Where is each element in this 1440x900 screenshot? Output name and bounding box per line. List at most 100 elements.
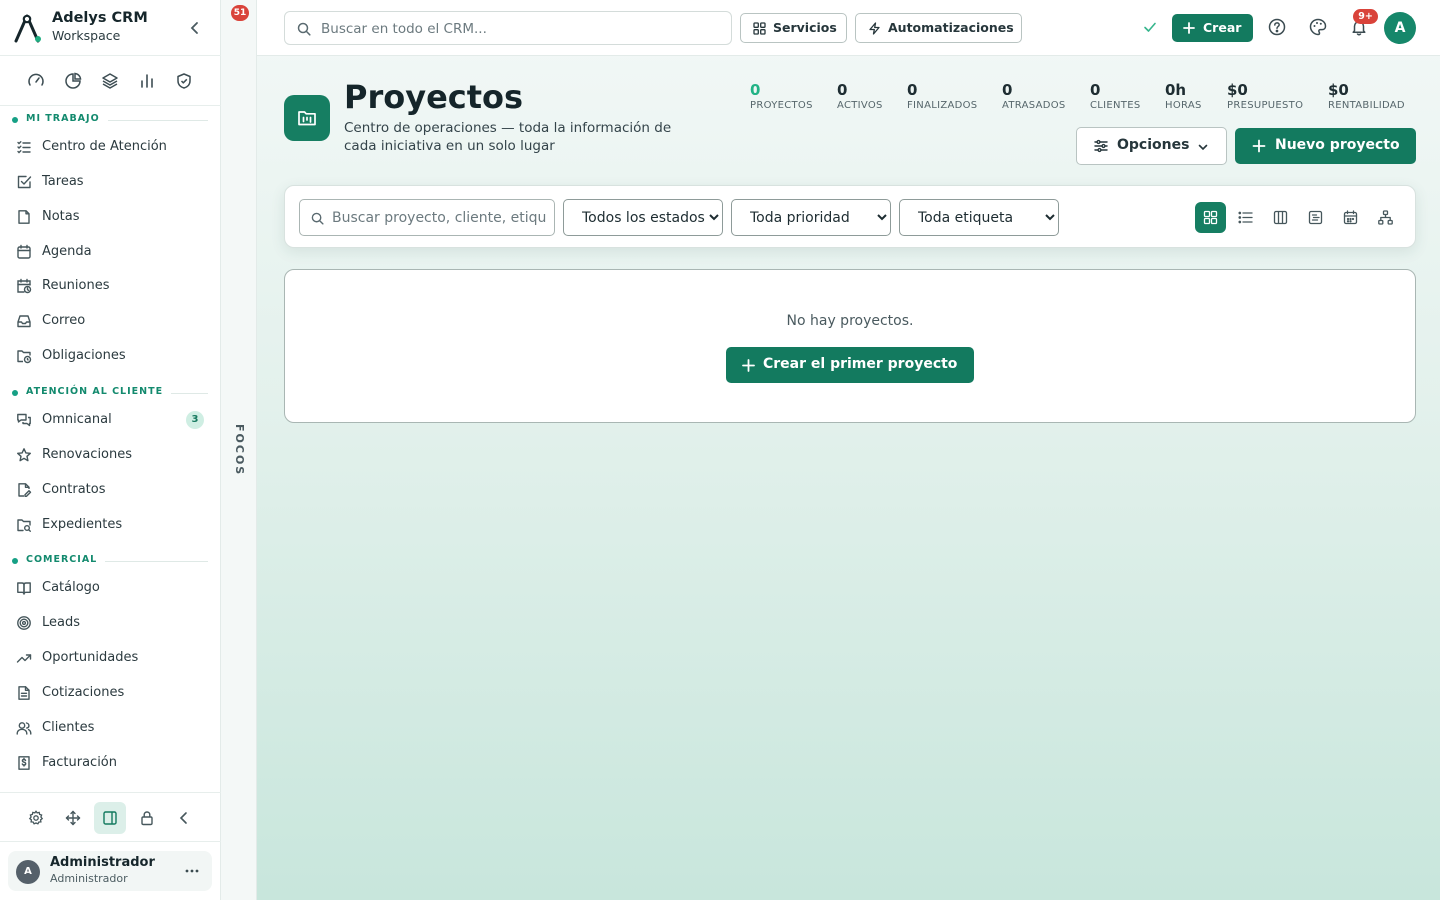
gauge-icon[interactable] [27, 72, 45, 90]
quick-access-bar [0, 56, 221, 106]
opciones-button[interactable]: Opciones [1076, 127, 1227, 165]
sidebar-item-label: Notas [42, 209, 80, 224]
estado-select[interactable]: Todos los estados [563, 199, 723, 236]
user-card[interactable]: A Administrador Administrador [8, 851, 212, 891]
collapse-sidebar-button[interactable] [168, 802, 200, 834]
section-label: COMERCIAL [26, 554, 106, 565]
crear-button[interactable]: Crear [1172, 14, 1253, 42]
etiqueta-select[interactable]: Toda etiqueta [899, 199, 1059, 236]
stat-label: HORAS [1165, 100, 1202, 111]
projects-empty-state: No hay proyectos. Crear el primer proyec… [284, 269, 1416, 423]
chevron-down-icon [1198, 144, 1208, 151]
sidebar-item-renovaciones[interactable]: Renovaciones [8, 440, 212, 470]
list-icon [1238, 211, 1253, 224]
view-gantt-button[interactable] [1300, 202, 1331, 233]
file-text-icon [18, 686, 30, 700]
book-open-icon [17, 582, 31, 595]
stat-label: PROYECTOS [750, 100, 813, 111]
sidebar-item-obligaciones[interactable]: Obligaciones [8, 341, 212, 371]
sidebar-item-centro-de-atencion[interactable]: Centro de Atención [8, 132, 212, 162]
chart-pie-icon[interactable] [64, 72, 82, 90]
sidebar-item-notas[interactable]: Notas [8, 202, 212, 232]
stat-label: PRESUPUESTO [1227, 100, 1304, 111]
sidebar-item-label: Oportunidades [42, 650, 139, 665]
stat-finalizados: 0 FINALIZADOS [907, 81, 977, 111]
plus-icon [1183, 22, 1195, 34]
sidebar-item-catalogo[interactable]: Catálogo [8, 573, 212, 603]
sidebar-item-label: Cotizaciones [42, 685, 125, 700]
stat-proyectos: 0 PROYECTOS [750, 81, 813, 111]
automatizaciones-button[interactable]: Automatizaciones [855, 13, 1022, 43]
nuevo-proyecto-button[interactable]: Nuevo proyecto [1235, 128, 1416, 164]
global-search [284, 11, 732, 45]
sidebar-item-oportunidades[interactable]: Oportunidades [8, 643, 212, 673]
view-list-button[interactable] [1230, 202, 1261, 233]
sidebar-item-reuniones[interactable]: Reuniones [8, 271, 212, 301]
sidebar-item-expedientes[interactable]: Expedientes [8, 510, 212, 540]
sidebar-item-leads[interactable]: Leads [8, 608, 212, 638]
receipt-icon [18, 756, 30, 770]
sidebar-item-label: Obligaciones [42, 348, 126, 363]
omnicanal-count-badge: 3 [186, 411, 204, 429]
sidebar-layout-button[interactable] [94, 802, 126, 834]
bar-chart-icon[interactable] [138, 72, 156, 90]
help-circle-icon[interactable] [1268, 18, 1286, 36]
prioridad-select[interactable]: Toda prioridad [731, 199, 891, 236]
page-description: Centro de operaciones — toda la informac… [344, 120, 672, 154]
servicios-label: Servicios [773, 20, 837, 35]
filters-bar: Todos los estados Toda prioridad Toda et… [284, 185, 1416, 248]
search-icon [311, 212, 324, 225]
view-grid-button[interactable] [1195, 202, 1226, 233]
move-icon [65, 810, 81, 826]
project-search-input[interactable] [332, 208, 547, 228]
sidebar-item-contratos[interactable]: Contratos [8, 475, 212, 505]
sidebar-item-agenda[interactable]: Agenda [8, 237, 212, 267]
chevron-left-icon [179, 812, 187, 824]
folder-clock-icon [17, 350, 32, 364]
sidebar-item-correo[interactable]: Correo [8, 306, 212, 336]
sidebar-item-cotizaciones[interactable]: Cotizaciones [8, 678, 212, 708]
view-hierarchy-button[interactable] [1370, 202, 1401, 233]
sidebar-item-label: Reuniones [42, 278, 110, 293]
section-mi-trabajo: MI TRABAJO [12, 113, 208, 127]
layers-icon[interactable] [101, 72, 119, 90]
chevron-left-icon[interactable] [187, 20, 203, 36]
sidebar-item-clientes[interactable]: Clientes [8, 713, 212, 743]
shield-check-icon[interactable] [175, 72, 193, 90]
user-avatar-button[interactable]: A [1384, 12, 1416, 44]
section-atencion-al-cliente: ATENCIÓN AL CLIENTE [12, 386, 208, 400]
lock-button[interactable] [131, 802, 163, 834]
focos-count-badge: 51 [231, 5, 249, 21]
projects-page-icon [284, 95, 330, 141]
calendar-icon [17, 244, 31, 259]
view-calendar-button[interactable] [1335, 202, 1366, 233]
sidebar-item-label: Correo [42, 313, 86, 328]
brand-name: Adelys CRM [52, 10, 148, 26]
star-icon [17, 448, 31, 462]
more-horizontal-icon[interactable] [184, 863, 200, 879]
palette-icon[interactable] [1309, 18, 1327, 36]
move-button[interactable] [57, 802, 89, 834]
focos-panel-toggle[interactable]: 51 FOCOS [221, 0, 257, 900]
stat-value: 0 [1090, 81, 1101, 99]
sidebar-item-facturacion[interactable]: Facturación [8, 748, 212, 778]
page-title: Proyectos [344, 78, 524, 116]
crear-primer-proyecto-button[interactable]: Crear el primer proyecto [726, 347, 974, 383]
servicios-button[interactable]: Servicios [740, 13, 847, 43]
automatizaciones-label: Automatizaciones [888, 20, 1014, 35]
sidebar-item-tareas[interactable]: Tareas [8, 167, 212, 197]
stat-label: ATRASADOS [1002, 100, 1066, 111]
sidebar-item-label: Catálogo [42, 580, 100, 595]
nuevo-proyecto-label: Nuevo proyecto [1275, 137, 1400, 153]
grid-icon [753, 22, 766, 35]
sidebar-item-omnicanal[interactable]: Omnicanal 3 [8, 405, 212, 435]
view-kanban-button[interactable] [1265, 202, 1296, 233]
stat-value: $0 [1227, 81, 1248, 99]
global-search-input[interactable] [321, 19, 721, 39]
messages-icon [17, 413, 31, 427]
sidebar-item-label: Leads [42, 615, 81, 630]
columns-icon [1273, 210, 1288, 225]
settings-button[interactable] [20, 802, 52, 834]
stat-activos: 0 ACTIVOS [837, 81, 883, 111]
sidebar-item-label: Clientes [42, 720, 95, 735]
